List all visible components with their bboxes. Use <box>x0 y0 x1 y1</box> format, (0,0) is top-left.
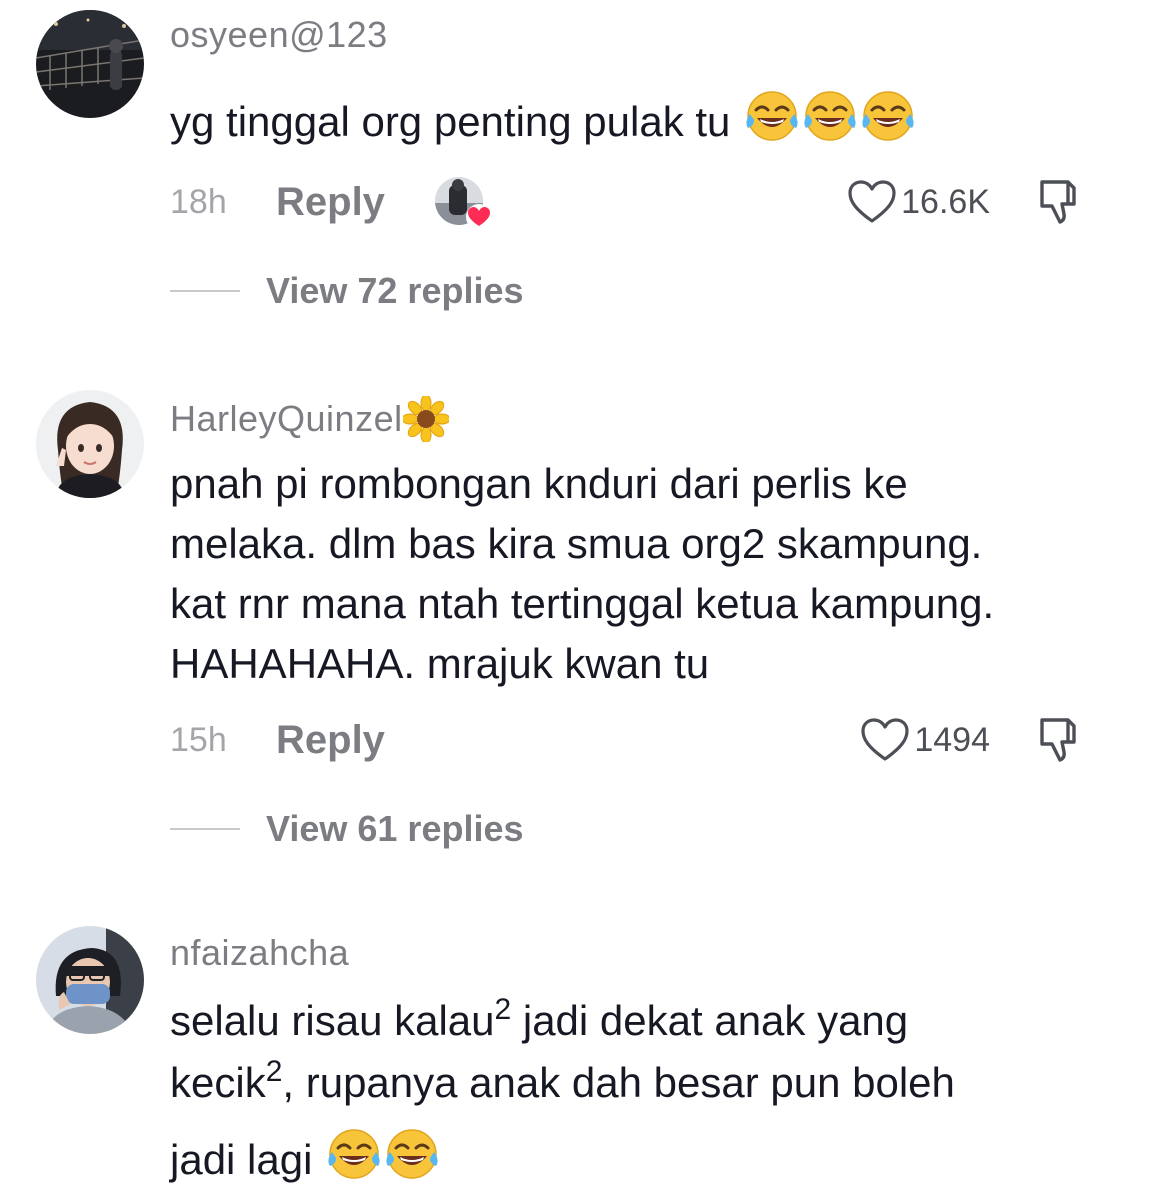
heart-outline-icon <box>847 179 897 225</box>
comment-text-body: yg tinggal org penting pulak tu <box>170 98 731 145</box>
reply-button[interactable]: Reply <box>276 718 385 763</box>
replies-divider <box>170 828 240 830</box>
face-with-tears-of-joy-icon <box>744 88 800 144</box>
view-replies-button[interactable]: View 72 replies <box>170 270 524 312</box>
creator-liked-badge <box>434 173 493 231</box>
thumb-down-icon[interactable] <box>1038 716 1082 764</box>
thumb-down-icon[interactable] <box>1038 178 1082 226</box>
heart-icon <box>465 204 492 230</box>
username-text: HarleyQuinzel <box>170 398 403 439</box>
avatar[interactable] <box>36 10 144 118</box>
text-segment: selalu risau kalau <box>170 997 495 1044</box>
sunflower-icon <box>402 396 449 442</box>
face-with-tears-of-joy-icon <box>802 88 858 144</box>
comment-username[interactable]: nfaizahcha <box>170 932 349 974</box>
like-count: 1494 <box>914 720 990 759</box>
comment-line-3: kat rnr mana ntah tertinggal ketua kampu… <box>170 580 995 627</box>
view-replies-button[interactable]: View 61 replies <box>170 808 524 850</box>
comment-username[interactable]: osyeen@123 <box>170 14 388 56</box>
comment-meta: 15h Reply 1494 <box>170 710 1130 770</box>
comment-text: selalu risau kalau2 jadi dekat anak yang… <box>170 990 1130 1191</box>
reply-button[interactable]: Reply <box>276 180 385 225</box>
avatar[interactable] <box>36 390 144 498</box>
text-segment: kecik <box>170 1059 266 1106</box>
comment-time: 15h <box>170 720 227 759</box>
comment-line-2: melaka. dlm bas kira smua org2 skampung. <box>170 520 983 567</box>
comment-meta: 18h Reply 16.6K <box>170 172 1130 232</box>
comment-line-1: selalu risau kalau2 jadi dekat anak yang <box>170 990 1130 1052</box>
comment-line-4: HAHAHAHA. mrajuk kwan tu <box>170 640 710 687</box>
replies-divider <box>170 290 240 292</box>
like-button[interactable]: 1494 <box>860 717 990 763</box>
comment-line-3: jadi lagi <box>170 1126 1130 1191</box>
heart-outline-icon <box>860 717 910 763</box>
comment-text: pnah pi rombongan knduri dari perlis ke … <box>170 454 1130 694</box>
like-button[interactable]: 16.6K <box>847 179 990 225</box>
text-segment: jadi lagi <box>170 1136 313 1183</box>
view-replies-label: View 72 replies <box>266 270 524 311</box>
view-replies-label: View 61 replies <box>266 808 524 849</box>
face-with-tears-of-joy-icon <box>384 1126 440 1182</box>
comment-line-2: kecik2, rupanya anak dah besar pun boleh <box>170 1052 1130 1114</box>
avatar[interactable] <box>36 926 144 1034</box>
comment-line-1: pnah pi rombongan knduri dari perlis ke <box>170 460 908 507</box>
text-segment: jadi dekat anak yang <box>511 997 909 1044</box>
face-with-tears-of-joy-icon <box>860 88 916 144</box>
comment-text: yg tinggal org penting pulak tu <box>170 88 1130 152</box>
comment-time: 18h <box>170 182 227 221</box>
like-count: 16.6K <box>901 182 990 221</box>
text-segment: , rupanya anak dah besar pun boleh <box>282 1059 955 1106</box>
superscript: 2 <box>265 1055 283 1088</box>
superscript: 2 <box>494 993 512 1026</box>
comment-username[interactable]: HarleyQuinzel <box>170 396 449 442</box>
face-with-tears-of-joy-icon <box>326 1126 382 1182</box>
